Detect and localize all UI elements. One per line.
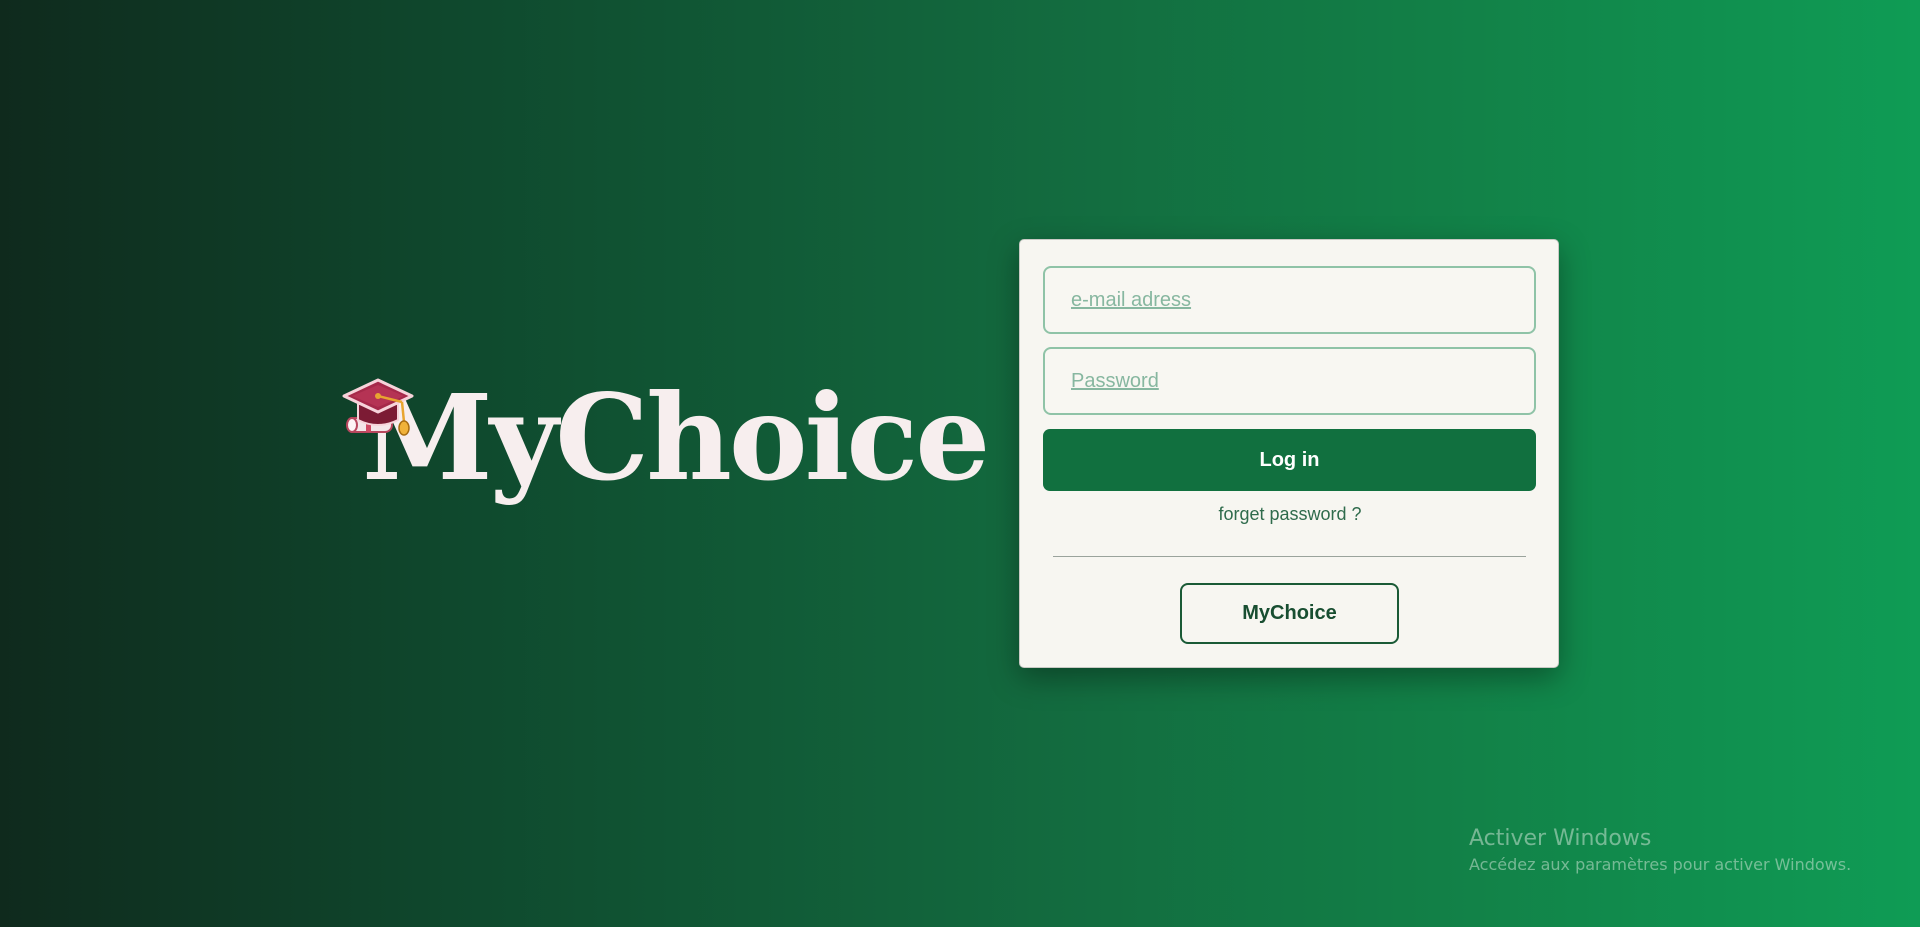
email-field[interactable] bbox=[1043, 266, 1536, 334]
brand-logo: MyChoice bbox=[340, 368, 990, 522]
brand-title: MyChoice bbox=[362, 368, 990, 507]
forgot-password-link[interactable]: forget password ? bbox=[1020, 504, 1560, 525]
login-button[interactable]: Log in bbox=[1043, 429, 1536, 491]
watermark-title: Activer Windows bbox=[1469, 826, 1652, 851]
password-field[interactable] bbox=[1043, 347, 1536, 415]
graduation-cap-icon bbox=[342, 378, 414, 436]
watermark-subtitle: Accédez aux paramètres pour activer Wind… bbox=[1469, 855, 1852, 874]
mychoice-button[interactable]: MyChoice bbox=[1180, 583, 1399, 644]
windows-activation-watermark: Activer Windows Accédez aux paramètres p… bbox=[1469, 824, 1851, 876]
divider bbox=[1053, 556, 1526, 557]
login-card: Log in forget password ? MyChoice bbox=[1019, 239, 1559, 668]
